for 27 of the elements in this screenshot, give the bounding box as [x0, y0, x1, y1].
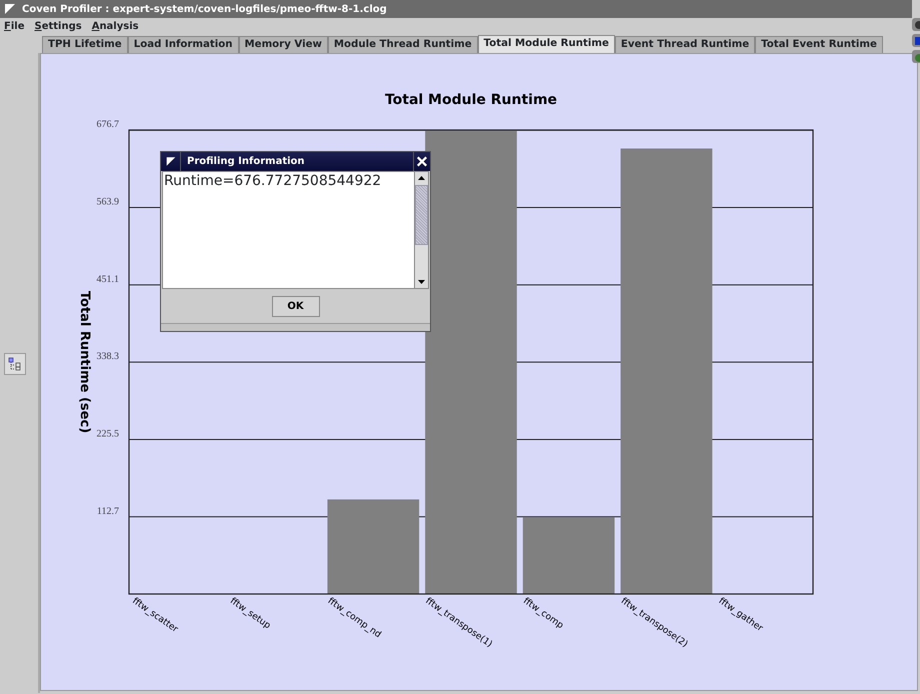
toolbar-icon[interactable]: [912, 34, 920, 47]
scrollbar[interactable]: [414, 172, 428, 288]
tab[interactable]: Total Event Runtime: [755, 36, 883, 53]
y-tick-label: 676.7: [96, 119, 119, 130]
tab[interactable]: Memory View: [238, 36, 328, 53]
y-tick-label: 225.5: [96, 428, 119, 440]
tab[interactable]: TPH Lifetime: [42, 36, 128, 53]
dialog-title: Profiling Information: [186, 155, 306, 169]
tab[interactable]: Load Information: [128, 36, 239, 53]
y-tick-label: 338.3: [96, 351, 119, 362]
chart-title: Total Module Runtime: [384, 92, 558, 108]
menu-item[interactable]: File: [4, 18, 24, 34]
toolbar-icon[interactable]: [912, 18, 920, 31]
ok-button[interactable]: OK: [272, 296, 320, 316]
tree-icon: [8, 357, 22, 371]
window-title: Coven Profiler : expert-system/coven-logfiles/pmeo-fftw-8-1.clog: [22, 2, 387, 16]
y-tick-label: 451.1: [96, 274, 119, 285]
y-tick-label: 112.7: [96, 506, 119, 517]
y-axis-label: Total Runtime (sec): [77, 290, 92, 434]
info-text: Runtime=676.7727508544922: [163, 172, 382, 191]
tab[interactable]: Event Thread Runtime: [614, 36, 756, 53]
tab[interactable]: Total Module Runtime: [478, 35, 615, 53]
menu-item[interactable]: Analysis: [92, 18, 139, 34]
tab[interactable]: Module Thread Runtime: [328, 36, 478, 53]
y-tick-label: 563.9: [96, 196, 119, 208]
tree-view-button[interactable]: [4, 353, 26, 375]
menu-item[interactable]: Settings: [34, 18, 82, 34]
